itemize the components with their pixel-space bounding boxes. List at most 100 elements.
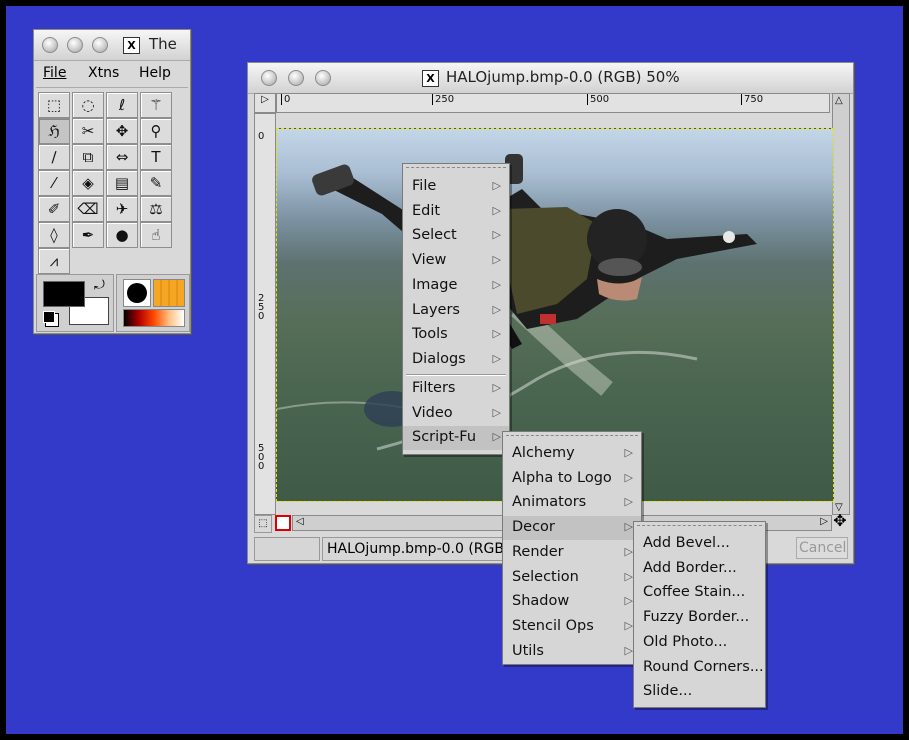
menu-item-edit[interactable]: Edit ▷ <box>403 200 509 224</box>
decor-item-round-corners[interactable]: Round Corners... <box>634 656 765 680</box>
zoom-icon[interactable]: ⚲ <box>140 118 172 144</box>
menu-item-script-fu[interactable]: Script-Fu ▷ <box>403 426 509 451</box>
image-titlebar[interactable]: X HALOjump.bmp-0.0 (RGB) 50% <box>248 63 853 94</box>
menu-item-file[interactable]: File ▷ <box>403 175 509 199</box>
tearoff-line[interactable] <box>637 525 762 526</box>
transform-icon[interactable]: ⧉ <box>72 144 104 170</box>
minimize-icon[interactable] <box>67 37 83 53</box>
maximize-icon[interactable] <box>92 37 108 53</box>
ink-icon[interactable]: ✒ <box>72 222 104 248</box>
brush-preview[interactable] <box>123 279 151 307</box>
bezier-select-icon[interactable]: ℌ <box>38 118 70 144</box>
menu-item-label: Decor <box>512 519 555 536</box>
cancel-button[interactable]: Cancel <box>796 537 848 559</box>
ruler-v-label: 0 <box>258 131 265 142</box>
toolbox-menubar: File Xtns Help <box>36 61 188 88</box>
submenu-arrow-icon: ▷ <box>624 495 633 509</box>
color-picker-icon[interactable]: ⁄ <box>38 170 70 196</box>
quickmask-on-icon[interactable] <box>275 515 291 531</box>
decor-item-slide[interactable]: Slide... <box>634 680 765 704</box>
swap-colors-icon[interactable]: ⤾ <box>94 278 105 293</box>
scroll-left-icon[interactable]: ◁ <box>296 516 304 527</box>
menu-item-filters[interactable]: Filters ▷ <box>403 377 509 401</box>
menu-item-label: Stencil Ops <box>512 617 594 634</box>
quickmask-toggle[interactable]: ⬚ <box>254 515 272 533</box>
bucket-fill-icon[interactable]: ◈ <box>72 170 104 196</box>
scriptfu-item-render[interactable]: Render ▷ <box>503 541 641 565</box>
scriptfu-item-stencil-ops[interactable]: Stencil Ops ▷ <box>503 615 641 639</box>
x11-icon: X <box>422 70 439 87</box>
ruler-h-label: 250 <box>432 94 454 105</box>
scriptfu-item-alchemy[interactable]: Alchemy ▷ <box>503 442 641 466</box>
menu-file[interactable]: File <box>43 65 66 81</box>
navigate-icon[interactable]: ✥ <box>832 513 848 529</box>
pencil-icon[interactable]: ✎ <box>140 170 172 196</box>
tearoff-line[interactable] <box>506 435 638 436</box>
tearoff-line[interactable] <box>406 167 506 168</box>
gradient-preview[interactable] <box>123 309 185 327</box>
menu-item-label: Render <box>512 543 564 560</box>
scriptfu-item-shadow[interactable]: Shadow ▷ <box>503 590 641 614</box>
menu-item-video[interactable]: Video ▷ <box>403 402 509 426</box>
vertical-scrollbar[interactable]: △ ▽ <box>832 93 850 515</box>
default-colors-icon[interactable] <box>43 311 55 323</box>
blur-icon[interactable]: ◊ <box>38 222 70 248</box>
paintbrush-icon[interactable]: ✐ <box>38 196 70 222</box>
menu-item-select[interactable]: Select ▷ <box>403 224 509 248</box>
close-icon[interactable] <box>42 37 58 53</box>
scissors-icon[interactable]: ✂ <box>72 118 104 144</box>
toolbox-window: X The File Xtns Help ⬚ ◌ ℓ ⚚ ℌ ✂ ✥ ⚲ ∕ ⧉ ⇔ T ⁄ ◈ ▤ ✎ ✐ ⌫ ✈… <box>33 29 191 334</box>
scriptfu-item-decor[interactable]: Decor ▷ <box>503 516 641 541</box>
lasso-icon[interactable]: ℓ <box>106 92 138 118</box>
menu-item-dialogs[interactable]: Dialogs ▷ <box>403 348 509 372</box>
submenu-arrow-icon: ▷ <box>492 228 501 242</box>
close-icon[interactable] <box>261 70 277 86</box>
rect-select-icon[interactable]: ⬚ <box>38 92 70 118</box>
pattern-preview[interactable] <box>153 279 185 307</box>
submenu-arrow-icon: ▷ <box>492 179 501 192</box>
decor-item-add-bevel[interactable]: Add Bevel... <box>634 532 765 556</box>
scroll-up-icon[interactable]: △ <box>835 95 843 106</box>
decor-item-old-photo[interactable]: Old Photo... <box>634 631 765 655</box>
magic-wand-icon[interactable]: ⚚ <box>140 92 172 118</box>
vertical-ruler[interactable]: 0 250 500 <box>254 113 276 515</box>
menu-item-view[interactable]: View ▷ <box>403 249 509 273</box>
maximize-icon[interactable] <box>315 70 331 86</box>
airbrush-icon[interactable]: ✈ <box>106 196 138 222</box>
toolbox-titlebar[interactable]: X The <box>34 30 190 61</box>
menu-item-image[interactable]: Image ▷ <box>403 274 509 298</box>
horizontal-ruler[interactable]: 0 250 500 750 <box>276 93 830 113</box>
minimize-icon[interactable] <box>288 70 304 86</box>
menu-item-tools[interactable]: Tools ▷ <box>403 323 509 347</box>
menu-item-label: Slide... <box>643 683 693 700</box>
ruler-corner[interactable]: ▷ <box>254 93 276 113</box>
scriptfu-item-selection[interactable]: Selection ▷ <box>503 566 641 590</box>
flip-icon[interactable]: ⇔ <box>106 144 138 170</box>
crop-icon[interactable]: ∕ <box>38 144 70 170</box>
decor-item-coffee-stain[interactable]: Coffee Stain... <box>634 581 765 605</box>
blend-icon[interactable]: ▤ <box>106 170 138 196</box>
submenu-arrow-icon: ▷ <box>492 381 501 394</box>
menu-xtns[interactable]: Xtns <box>88 65 119 81</box>
menu-item-layers[interactable]: Layers ▷ <box>403 299 509 323</box>
eraser-icon[interactable]: ⌫ <box>72 196 104 222</box>
smudge-icon[interactable]: ☝ <box>140 222 172 248</box>
submenu-arrow-icon: ▷ <box>624 544 633 558</box>
scriptfu-item-animators[interactable]: Animators ▷ <box>503 491 641 515</box>
image-context-menu: File ▷ Edit ▷ Select ▷ View ▷ Image ▷ Layers ▷ Tools… <box>402 163 510 455</box>
menu-help[interactable]: Help <box>139 65 171 81</box>
scriptfu-item-alpha-to-logo[interactable]: Alpha to Logo ▷ <box>503 467 641 491</box>
status-text: HALOjump.bmp-0.0 (RGB) <box>322 537 508 561</box>
foreground-color-swatch[interactable] <box>43 281 85 307</box>
move-icon[interactable]: ✥ <box>106 118 138 144</box>
menu-item-label: Tools <box>412 326 448 343</box>
decor-item-fuzzy-border[interactable]: Fuzzy Border... <box>634 606 765 630</box>
dodge-burn-icon[interactable]: ● <box>106 222 138 248</box>
decor-item-add-border[interactable]: Add Border... <box>634 557 765 581</box>
text-icon[interactable]: T <box>140 144 172 170</box>
scriptfu-item-utils[interactable]: Utils ▷ <box>503 640 641 664</box>
clone-stamp-icon[interactable]: ⚖ <box>140 196 172 222</box>
scroll-right-icon[interactable]: ▷ <box>820 516 828 527</box>
measure-icon[interactable]: ⩘ <box>38 248 70 274</box>
ellipse-select-icon[interactable]: ◌ <box>72 92 104 118</box>
